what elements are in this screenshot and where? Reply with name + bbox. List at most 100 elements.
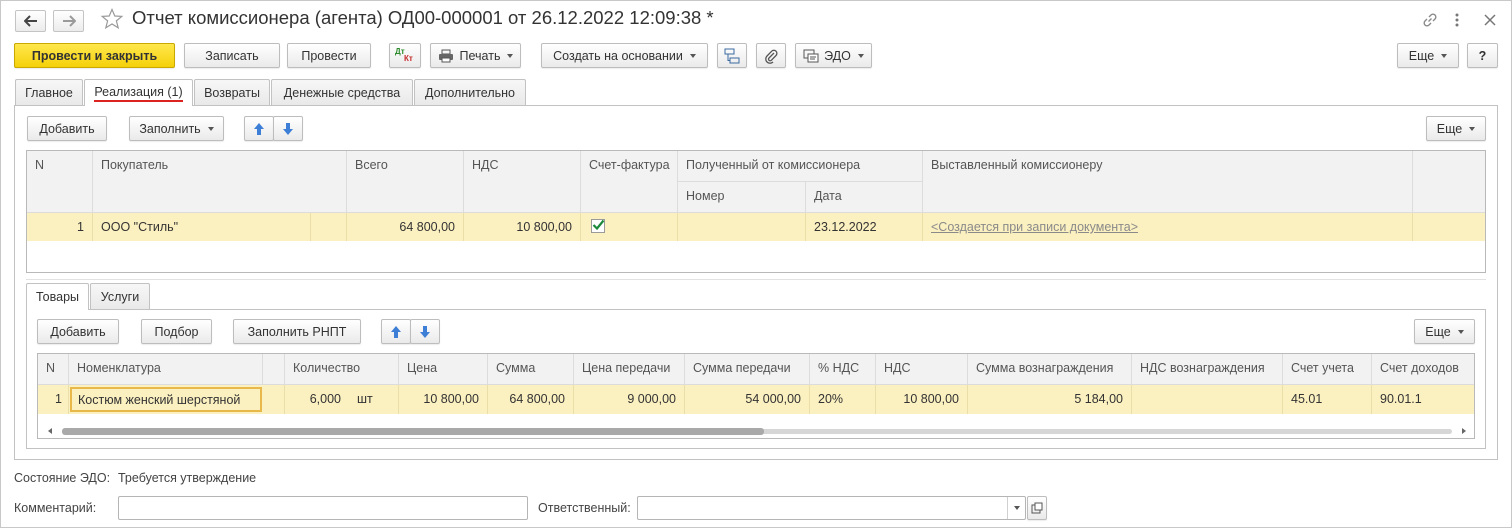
print-button[interactable]: Печать [430, 43, 521, 68]
cell-reward-sum[interactable]: 5 184,00 [968, 385, 1132, 414]
cell-number[interactable] [678, 213, 806, 241]
cell-transfer-price[interactable]: 9 000,00 [574, 385, 685, 414]
cell-invoice [581, 213, 678, 241]
document-window: Отчет комиссионера (агента) ОД00-000001 … [0, 0, 1512, 528]
forward-button[interactable] [53, 10, 84, 32]
tab-main[interactable]: Главное [15, 79, 83, 105]
col-header-date[interactable]: Дата [806, 182, 923, 213]
cell-date[interactable]: 23.12.2022 [806, 213, 923, 241]
arrow-left-icon [23, 15, 37, 27]
tab-sales[interactable]: Реализация (1) [84, 79, 193, 106]
cell-issued[interactable]: <Создается при записи документа> [923, 213, 1413, 241]
favorite-star-icon[interactable] [100, 8, 124, 30]
lower-add-button[interactable]: Добавить [37, 319, 119, 344]
col-header-vat[interactable]: НДС [464, 151, 581, 213]
link-icon[interactable] [1421, 11, 1439, 29]
col-header-issued[interactable]: Выставленный комиссионеру [923, 151, 1413, 213]
more-vertical-icon[interactable] [1453, 11, 1461, 29]
dropdown-arrow-icon [1441, 53, 1448, 58]
lower-move-down-button[interactable] [410, 319, 440, 344]
cell-buyer[interactable]: ООО "Стиль" [93, 213, 311, 241]
col-header-vat[interactable]: НДС [876, 354, 968, 385]
tab-returns[interactable]: Возвраты [194, 79, 270, 105]
more-button[interactable]: Еще [1397, 43, 1459, 68]
col-header-sum[interactable]: Сумма [488, 354, 574, 385]
close-icon[interactable] [1483, 11, 1497, 29]
help-button[interactable]: ? [1467, 43, 1498, 68]
col-header-vat-rate[interactable]: % НДС [810, 354, 876, 385]
save-button[interactable]: Записать [184, 43, 280, 68]
cell-sum[interactable]: 64 800,00 [488, 385, 574, 414]
create-based-on-button[interactable]: Создать на основании [541, 43, 708, 68]
arrow-down-icon [283, 122, 293, 135]
upper-move-down-button[interactable] [273, 116, 303, 141]
cell-n: 1 [27, 213, 93, 241]
cell-reward-vat[interactable] [1132, 385, 1283, 414]
issued-link[interactable]: <Создается при записи документа> [931, 220, 1138, 234]
tab-additional[interactable]: Дополнительно [414, 79, 526, 105]
dropdown-arrow-icon [1469, 126, 1476, 131]
responsible-dropdown-button[interactable] [1007, 497, 1025, 519]
structure-button[interactable] [717, 43, 747, 68]
col-header-n[interactable]: N [27, 151, 93, 213]
attach-button[interactable] [756, 43, 786, 68]
cell-vat[interactable]: 10 800,00 [876, 385, 968, 414]
cell-transfer-sum[interactable]: 54 000,00 [685, 385, 810, 414]
col-header-price[interactable]: Цена [399, 354, 488, 385]
subtab-goods[interactable]: Товары [26, 283, 89, 310]
cell-item[interactable]: Костюм женский шерстяной [70, 387, 262, 412]
edo-button[interactable]: ЭДО [795, 43, 872, 68]
dt-kt-button[interactable]: Дт Кт [389, 43, 421, 68]
invoice-checkbox[interactable] [591, 219, 605, 233]
tab-money[interactable]: Денежные средства [271, 79, 413, 105]
responsible-field[interactable] [637, 496, 1026, 520]
col-header-reward-vat[interactable]: НДС вознаграждения [1132, 354, 1283, 385]
upper-move-up-button[interactable] [244, 116, 274, 141]
comment-label: Комментарий: [14, 501, 97, 515]
col-header-buyer[interactable]: Покупатель [93, 151, 347, 213]
col-header-received[interactable]: Полученный от комиссионера [678, 151, 923, 182]
pick-button[interactable]: Подбор [141, 319, 212, 344]
upper-fill-label: Заполнить [139, 121, 201, 136]
scrollbar-thumb[interactable] [62, 428, 764, 435]
col-header-qty[interactable]: Количество [285, 354, 399, 385]
cell-account[interactable]: 45.01 [1283, 385, 1372, 414]
edo-state-value: Требуется утверждение [118, 471, 257, 485]
col-header-item-extra [263, 354, 285, 385]
lower-more-button[interactable]: Еще [1414, 319, 1475, 344]
cell-vat-rate[interactable]: 20% [810, 385, 876, 414]
col-header-blank [1413, 151, 1485, 213]
col-header-income-account[interactable]: Счет доходов [1372, 354, 1474, 385]
col-header-invoice[interactable]: Счет-фактура [581, 151, 678, 213]
cell-buyer-extra [311, 213, 347, 241]
col-header-item[interactable]: Номенклатура [69, 354, 263, 385]
post-and-close-button[interactable]: Провести и закрыть [14, 43, 175, 68]
back-button[interactable] [15, 10, 46, 32]
lower-move-up-button[interactable] [381, 319, 411, 344]
cell-income-account[interactable]: 90.01.1 [1372, 385, 1474, 414]
col-header-n[interactable]: N [38, 354, 69, 385]
fill-rnpt-button[interactable]: Заполнить РНПТ [233, 319, 361, 344]
col-header-reward-sum[interactable]: Сумма вознаграждения [968, 354, 1132, 385]
col-header-total[interactable]: Всего [347, 151, 464, 213]
page-title: Отчет комиссионера (агента) ОД00-000001 … [132, 7, 714, 28]
horizontal-scrollbar[interactable] [38, 424, 1474, 438]
post-button[interactable]: Провести [287, 43, 371, 68]
scroll-left-icon[interactable] [48, 428, 52, 434]
upper-add-button[interactable]: Добавить [27, 116, 107, 141]
divider [26, 279, 1486, 280]
cell-qty[interactable]: 6,000 [285, 385, 349, 414]
col-header-transfer-sum[interactable]: Сумма передачи [685, 354, 810, 385]
scroll-right-icon[interactable] [1462, 428, 1466, 434]
arrow-up-icon [391, 325, 401, 338]
cell-price[interactable]: 10 800,00 [399, 385, 488, 414]
open-responsible-button[interactable] [1027, 496, 1047, 520]
col-header-number[interactable]: Номер [678, 182, 806, 213]
cell-unit[interactable]: шт [349, 385, 399, 414]
col-header-account[interactable]: Счет учета [1283, 354, 1372, 385]
col-header-transfer-price[interactable]: Цена передачи [574, 354, 685, 385]
upper-fill-button[interactable]: Заполнить [129, 116, 224, 141]
subtab-services[interactable]: Услуги [90, 283, 150, 309]
upper-more-button[interactable]: Еще [1426, 116, 1486, 141]
comment-field[interactable] [118, 496, 528, 520]
